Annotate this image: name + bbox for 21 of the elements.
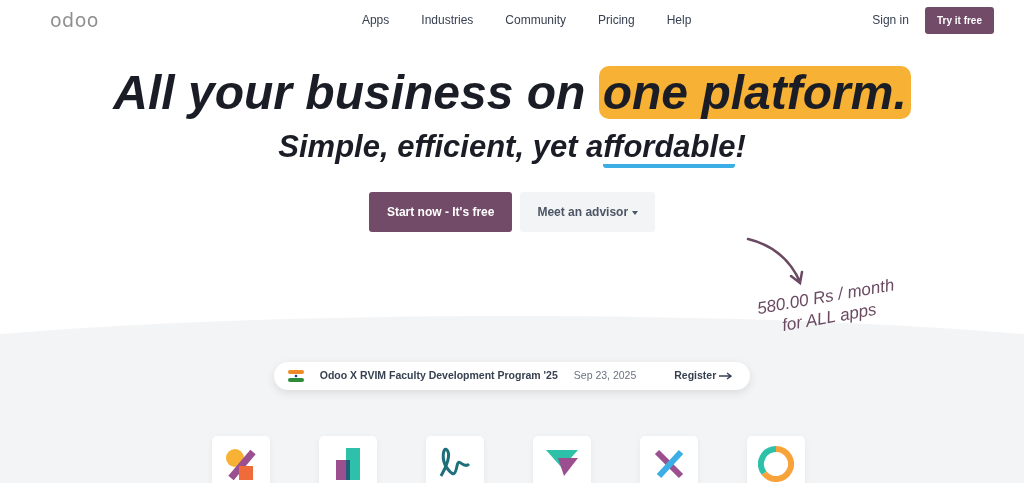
try-free-button[interactable]: Try it free [924,6,994,34]
app-icon[interactable] [211,435,270,483]
app-icon[interactable] [532,435,591,483]
event-title: Odoo X RVIM Faculty Development Program '25 [319,368,558,383]
arrow-icon [719,372,733,381]
register-link[interactable]: Register [674,368,733,384]
start-now-button[interactable]: Start now - It's free [368,192,513,233]
price-note: 580.00 Rs / month for ALL apps [755,274,897,338]
nav-link[interactable]: Pricing [598,11,635,29]
app-icon[interactable] [425,435,484,483]
app-icon[interactable] [639,435,698,483]
nav-link[interactable]: Industries [421,11,474,29]
headline: All your business on one platform. [113,66,911,119]
flag-icon [287,369,304,382]
nav-link[interactable]: Community [505,11,566,29]
event-date: Sep 23, 2025 [573,368,637,383]
nav-link[interactable]: Help [666,11,692,29]
nav-link[interactable]: Apps [361,11,390,29]
sign-in-link[interactable]: Sign in [872,11,909,29]
app-icon[interactable] [318,435,377,483]
meet-advisor-button[interactable]: Meet an advisor [520,192,656,233]
